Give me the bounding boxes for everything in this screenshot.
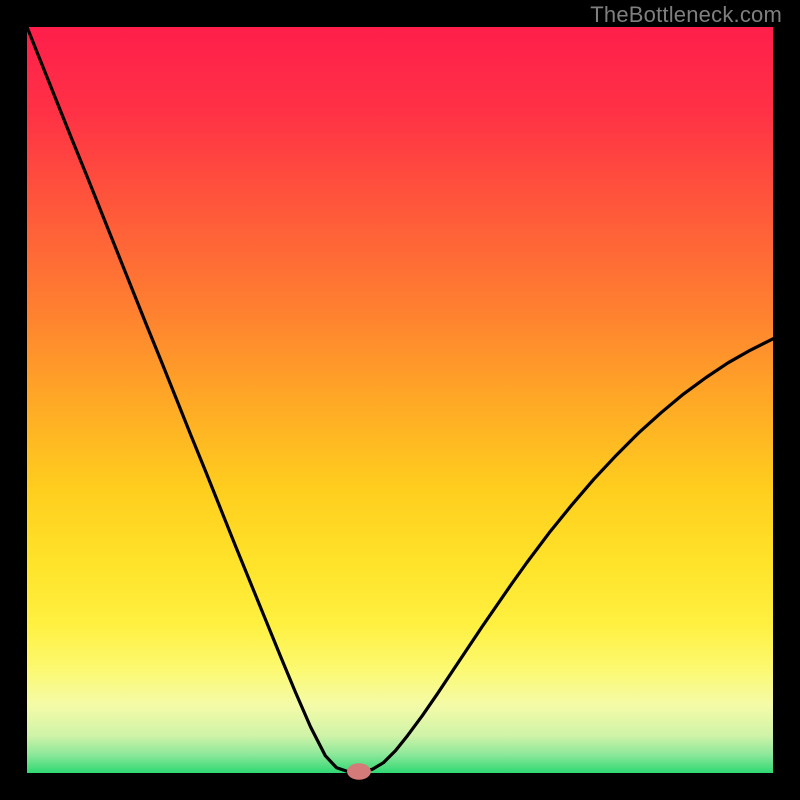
outer-frame: TheBottleneck.com (0, 0, 800, 800)
bottleneck-chart (0, 0, 800, 800)
optimal-marker (347, 763, 371, 779)
plot-background (27, 27, 773, 773)
